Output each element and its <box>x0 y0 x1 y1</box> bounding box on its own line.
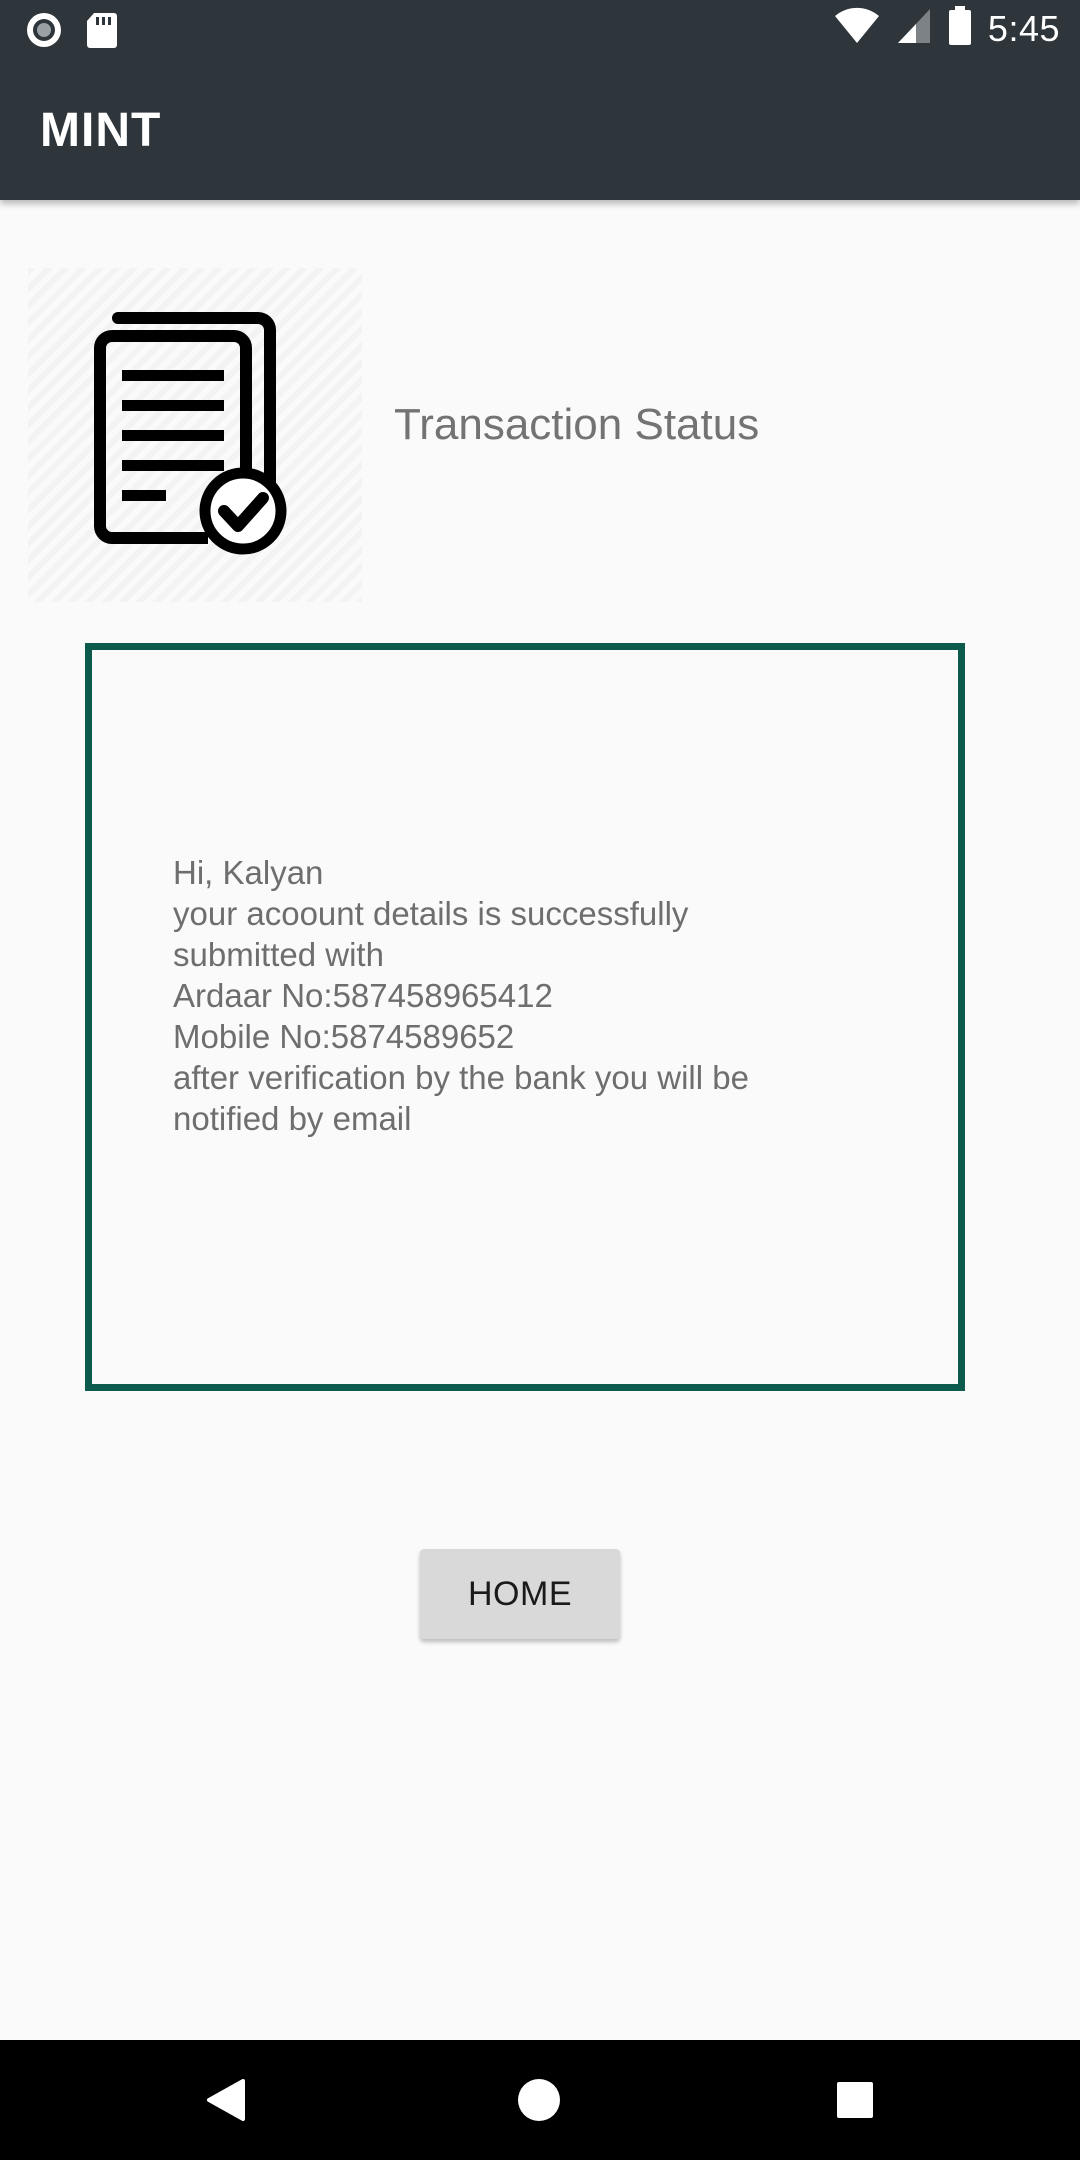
screen: 5:45 MINT Transaction Status Hi, Kalyan … <box>0 0 1080 2160</box>
message-line: Mobile No:5874589652 <box>173 1018 515 1055</box>
cell-signal-icon <box>896 7 932 50</box>
recents-button[interactable] <box>815 2060 895 2140</box>
wifi-icon <box>834 7 880 50</box>
document-check-icon <box>94 312 287 555</box>
message-line: submitted with <box>173 936 384 973</box>
page-title: Transaction Status <box>394 400 760 449</box>
status-left <box>24 10 118 55</box>
document-check-image <box>28 268 362 602</box>
status-time: 5:45 <box>987 7 1060 49</box>
message-line: Hi, Kalyan <box>173 854 324 891</box>
message-line: notified by email <box>173 1100 412 1137</box>
home-button[interactable]: HOME <box>420 1549 620 1639</box>
back-button[interactable] <box>185 2060 265 2140</box>
status-bar: 5:45 <box>0 0 1080 63</box>
navigation-bar <box>0 2040 1080 2160</box>
sd-card-icon <box>86 11 118 54</box>
status-message: Hi, Kalyan your acoount details is succe… <box>173 852 893 1139</box>
message-line: your acoount details is successfully <box>173 895 689 932</box>
home-nav-button[interactable] <box>499 2060 579 2140</box>
recents-icon <box>837 2082 873 2118</box>
message-line: Ardaar No:587458965412 <box>173 977 553 1014</box>
record-icon <box>24 10 64 55</box>
message-line: after verification by the bank you will … <box>173 1059 749 1096</box>
app-bar: MINT <box>0 63 1080 200</box>
battery-icon <box>948 6 972 51</box>
back-icon <box>207 2079 245 2121</box>
home-circle-icon <box>518 2079 560 2121</box>
app-title: MINT <box>40 104 162 157</box>
status-right: 5:45 <box>834 6 1060 51</box>
